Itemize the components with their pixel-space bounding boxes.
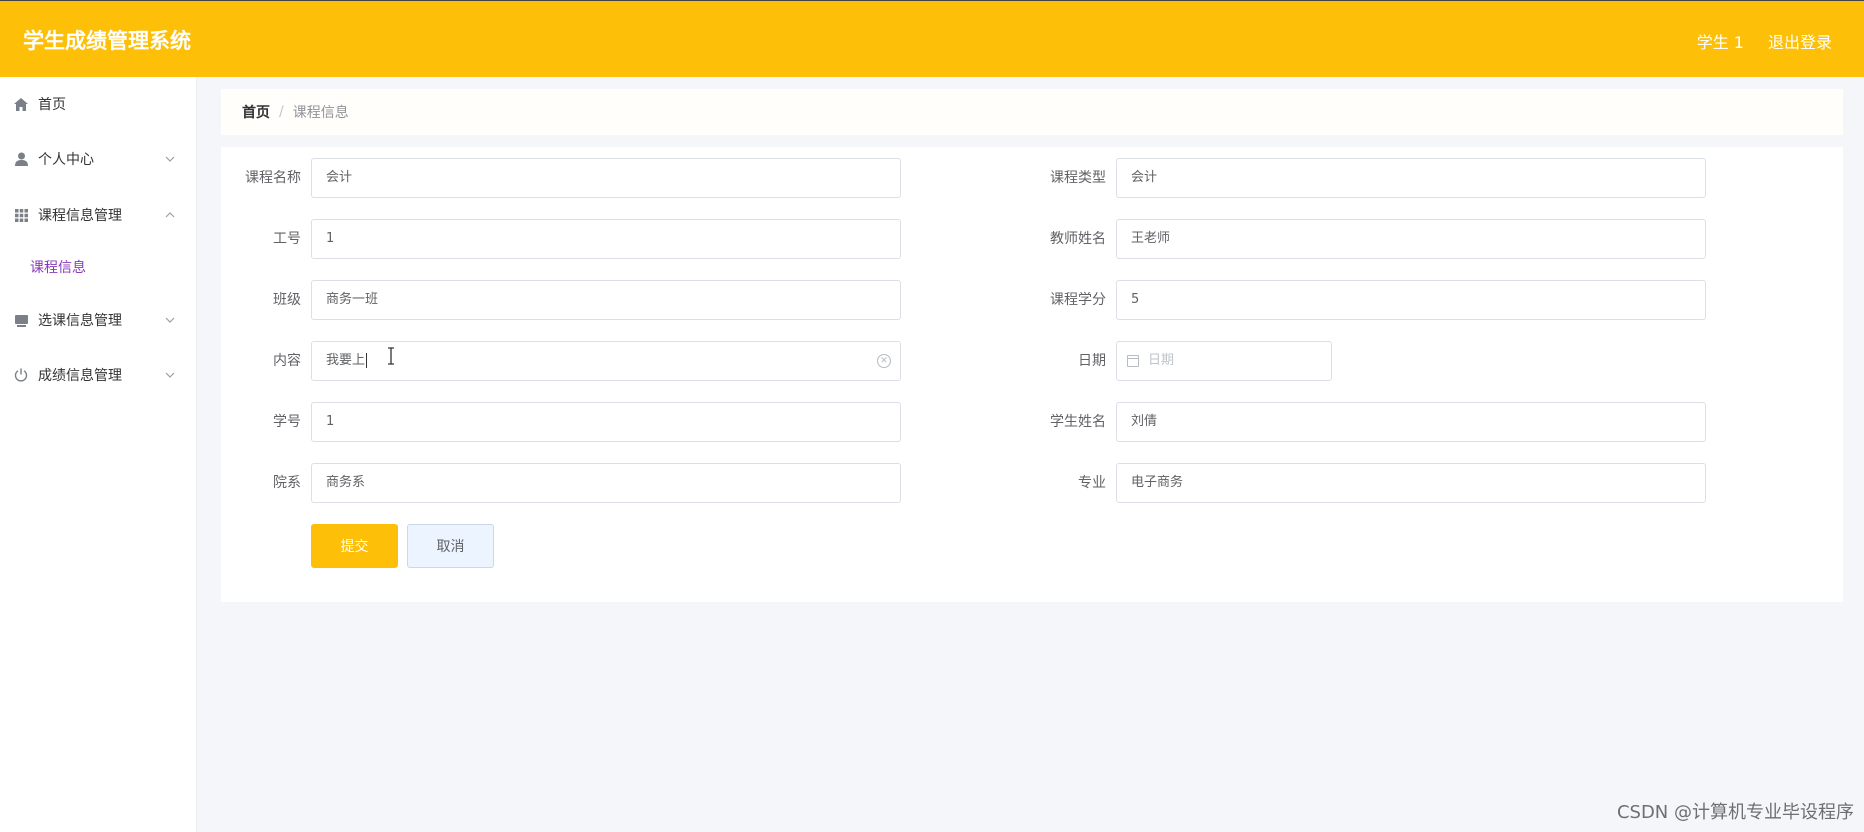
sidebar-item-grade-management[interactable]: 成绩信息管理 <box>0 355 197 395</box>
breadcrumb-separator: / <box>279 104 284 120</box>
power-icon <box>14 368 28 382</box>
calendar-icon <box>1127 355 1139 367</box>
teacher-name-label: 教师姓名 <box>1050 231 1106 247</box>
course-form: 课程名称 会计 课程类型 会计 工号 1 教师姓名 王老师 班级 商务一班 课程… <box>221 147 1843 602</box>
content-input-value: 我要上 <box>326 353 366 368</box>
breadcrumb-home[interactable]: 首页 <box>242 102 270 122</box>
credit-label: 课程学分 <box>1050 292 1106 308</box>
major-input[interactable]: 电子商务 <box>1116 463 1706 503</box>
course-type-input[interactable]: 会计 <box>1116 158 1706 198</box>
chevron-down-icon <box>165 315 175 326</box>
sidebar: 首页 个人中心 课程信息管理 课程信息 选课信息管理 成绩信息管理 <box>0 77 197 832</box>
submit-button[interactable]: 提交 <box>311 524 398 568</box>
grid-icon <box>14 208 28 222</box>
logout-link[interactable]: 退出登录 <box>1768 29 1832 53</box>
course-name-label: 课程名称 <box>245 170 301 186</box>
book-icon <box>14 313 28 327</box>
date-picker[interactable]: 日期 <box>1116 341 1332 381</box>
sidebar-item-home[interactable]: 首页 <box>0 84 197 124</box>
sidebar-subitem-label: 课程信息 <box>30 260 86 276</box>
text-caret <box>366 353 368 368</box>
date-label: 日期 <box>1078 353 1106 369</box>
chevron-down-icon <box>165 154 175 165</box>
header-user-area: 学生 1 退出登录 <box>1697 29 1832 53</box>
app-title: 学生成绩管理系统 <box>23 29 191 53</box>
clear-icon[interactable]: ✕ <box>877 354 891 368</box>
content-input[interactable]: 我要上 ✕ <box>311 341 901 381</box>
student-id-input[interactable]: 1 <box>311 402 901 442</box>
class-label: 班级 <box>273 292 301 308</box>
class-input[interactable]: 商务一班 <box>311 280 901 320</box>
department-input[interactable]: 商务系 <box>311 463 901 503</box>
sidebar-item-course-management[interactable]: 课程信息管理 <box>0 195 197 235</box>
staff-id-input[interactable]: 1 <box>311 219 901 259</box>
top-header: 学生成绩管理系统 学生 1 退出登录 <box>0 0 1864 77</box>
chevron-down-icon <box>165 370 175 381</box>
breadcrumb: 首页 / 课程信息 <box>221 89 1843 135</box>
teacher-name-input[interactable]: 王老师 <box>1116 219 1706 259</box>
major-label: 专业 <box>1078 475 1106 491</box>
course-name-input[interactable]: 会计 <box>311 158 901 198</box>
course-type-label: 课程类型 <box>1050 170 1106 186</box>
breadcrumb-current: 课程信息 <box>292 105 349 121</box>
sidebar-item-label: 首页 <box>38 97 66 113</box>
student-name-label: 学生姓名 <box>1050 414 1106 430</box>
sidebar-item-label: 个人中心 <box>38 152 94 168</box>
student-id-label: 学号 <box>273 414 301 430</box>
user-icon <box>14 152 28 166</box>
staff-id-label: 工号 <box>273 231 301 247</box>
sidebar-item-course-selection[interactable]: 选课信息管理 <box>0 300 197 340</box>
student-name-input[interactable]: 刘倩 <box>1116 402 1706 442</box>
watermark: CSDN @计算机专业毕设程序 <box>1616 802 1854 823</box>
sidebar-item-label: 成绩信息管理 <box>38 368 122 384</box>
department-label: 院系 <box>273 475 301 491</box>
cancel-button[interactable]: 取消 <box>407 524 494 568</box>
chevron-up-icon <box>165 210 175 221</box>
date-placeholder: 日期 <box>1148 353 1175 368</box>
sidebar-item-label: 课程信息管理 <box>38 208 122 224</box>
credit-input[interactable]: 5 <box>1116 280 1706 320</box>
sidebar-item-label: 选课信息管理 <box>38 313 122 329</box>
home-icon <box>14 97 28 111</box>
sidebar-item-personal-center[interactable]: 个人中心 <box>0 139 197 179</box>
sidebar-subitem-course-info[interactable]: 课程信息 <box>0 249 197 285</box>
mouse-cursor-icon <box>387 347 395 370</box>
content-label: 内容 <box>273 353 301 369</box>
current-user[interactable]: 学生 1 <box>1697 29 1744 53</box>
